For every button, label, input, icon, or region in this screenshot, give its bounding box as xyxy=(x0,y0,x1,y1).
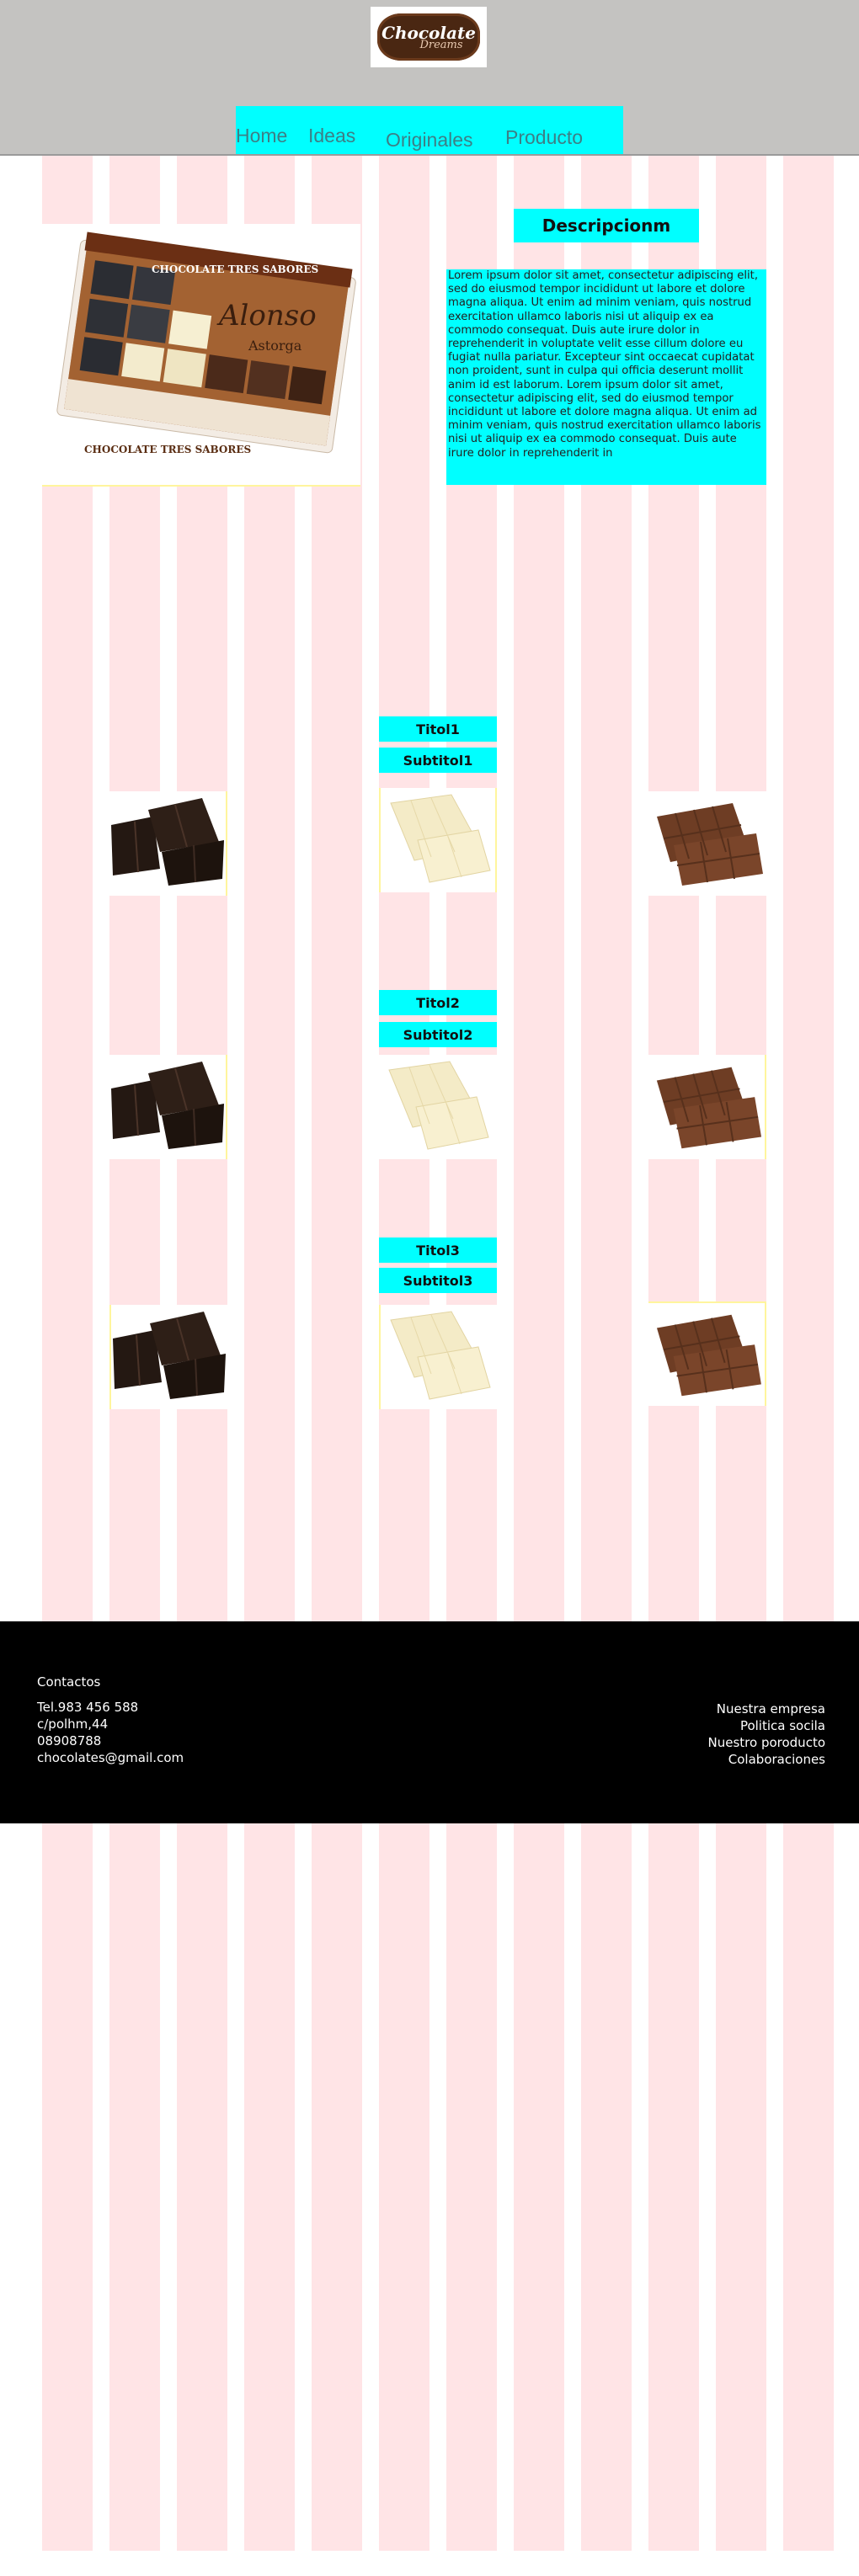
main-nav: Home Ideas Originales Producto xyxy=(236,106,623,154)
milk-chocolate-icon xyxy=(656,1314,761,1397)
product-milk-chocolate[interactable] xyxy=(648,1055,766,1159)
footer-contact: Contactos Tel.983 456 588 c/polhm,44 089… xyxy=(37,1674,184,1766)
box-brand: Alonso xyxy=(216,299,317,333)
nav-originales[interactable]: Originales xyxy=(386,129,473,152)
product-dark-chocolate[interactable] xyxy=(109,1055,227,1159)
footer-postal: 08908788 xyxy=(37,1733,102,1748)
white-chocolate-icon xyxy=(390,794,491,883)
dark-chocolate-icon xyxy=(111,798,224,886)
white-chocolate-icon xyxy=(388,1061,489,1150)
footer-link-producto[interactable]: Nuestro poroducto xyxy=(708,1734,825,1751)
footer-phone: Tel.983 456 588 xyxy=(37,1700,139,1715)
product-white-chocolate[interactable] xyxy=(379,1305,497,1409)
box-city: Astorga xyxy=(248,338,302,354)
product-dark-chocolate[interactable] xyxy=(109,791,227,896)
white-chocolate-icon xyxy=(390,1311,491,1400)
description-title: Descripcionm xyxy=(514,209,699,242)
footer-email[interactable]: chocolates@gmail.com xyxy=(37,1749,184,1766)
product-milk-chocolate[interactable] xyxy=(648,791,766,896)
product-white-chocolate[interactable] xyxy=(379,1055,497,1159)
logo-badge: Chocolate Dreams xyxy=(377,13,480,61)
footer-link-empresa[interactable]: Nuestra empresa xyxy=(708,1700,825,1717)
milk-chocolate-icon xyxy=(657,803,763,886)
product-dark-chocolate[interactable] xyxy=(109,1305,227,1409)
dark-chocolate-icon xyxy=(113,1312,226,1399)
product-white-chocolate[interactable] xyxy=(379,788,497,892)
footer-links: Nuestra empresa Politica socila Nuestro … xyxy=(708,1700,825,1768)
footer-link-colaboraciones[interactable]: Colaboraciones xyxy=(708,1751,825,1768)
product-milk-chocolate[interactable] xyxy=(648,1301,766,1406)
site-header: Chocolate Dreams Home Ideas Originales P… xyxy=(0,0,859,156)
section-title: Titol3 xyxy=(379,1237,497,1263)
nav-home[interactable]: Home xyxy=(236,125,287,147)
footer-address: c/polhm,44 xyxy=(37,1716,109,1732)
chocolate-box-illustration: CHOCOLATE TRES SABORES Alonso Astorga CH… xyxy=(56,232,356,455)
section-subtitle: Subtitol1 xyxy=(379,748,497,773)
site-footer: Contactos Tel.983 456 588 c/polhm,44 089… xyxy=(0,1621,859,1823)
nav-ideas[interactable]: Ideas xyxy=(308,125,355,147)
section-subtitle: Subtitol2 xyxy=(379,1022,497,1047)
section-subtitle: Subtitol3 xyxy=(379,1268,497,1293)
hero-image: CHOCOLATE TRES SABORES Alonso Astorga CH… xyxy=(42,224,360,487)
section-title: Titol2 xyxy=(379,990,497,1015)
nav-producto[interactable]: Producto xyxy=(505,126,583,149)
box-caption-bottom: CHOCOLATE TRES SABORES xyxy=(84,444,251,455)
box-caption-top: CHOCOLATE TRES SABORES xyxy=(152,263,318,275)
footer-link-politica[interactable]: Politica socila xyxy=(708,1717,825,1734)
dark-chocolate-icon xyxy=(111,1062,224,1149)
description-body: Lorem ipsum dolor sit amet, consectetur … xyxy=(446,269,766,485)
logo[interactable]: Chocolate Dreams xyxy=(371,7,487,67)
milk-chocolate-icon xyxy=(656,1067,762,1149)
main-content: CHOCOLATE TRES SABORES Alonso Astorga CH… xyxy=(0,0,859,2576)
logo-text-bottom: Dreams xyxy=(419,38,463,51)
footer-contact-heading: Contactos xyxy=(37,1674,101,1690)
section-title: Titol1 xyxy=(379,716,497,742)
